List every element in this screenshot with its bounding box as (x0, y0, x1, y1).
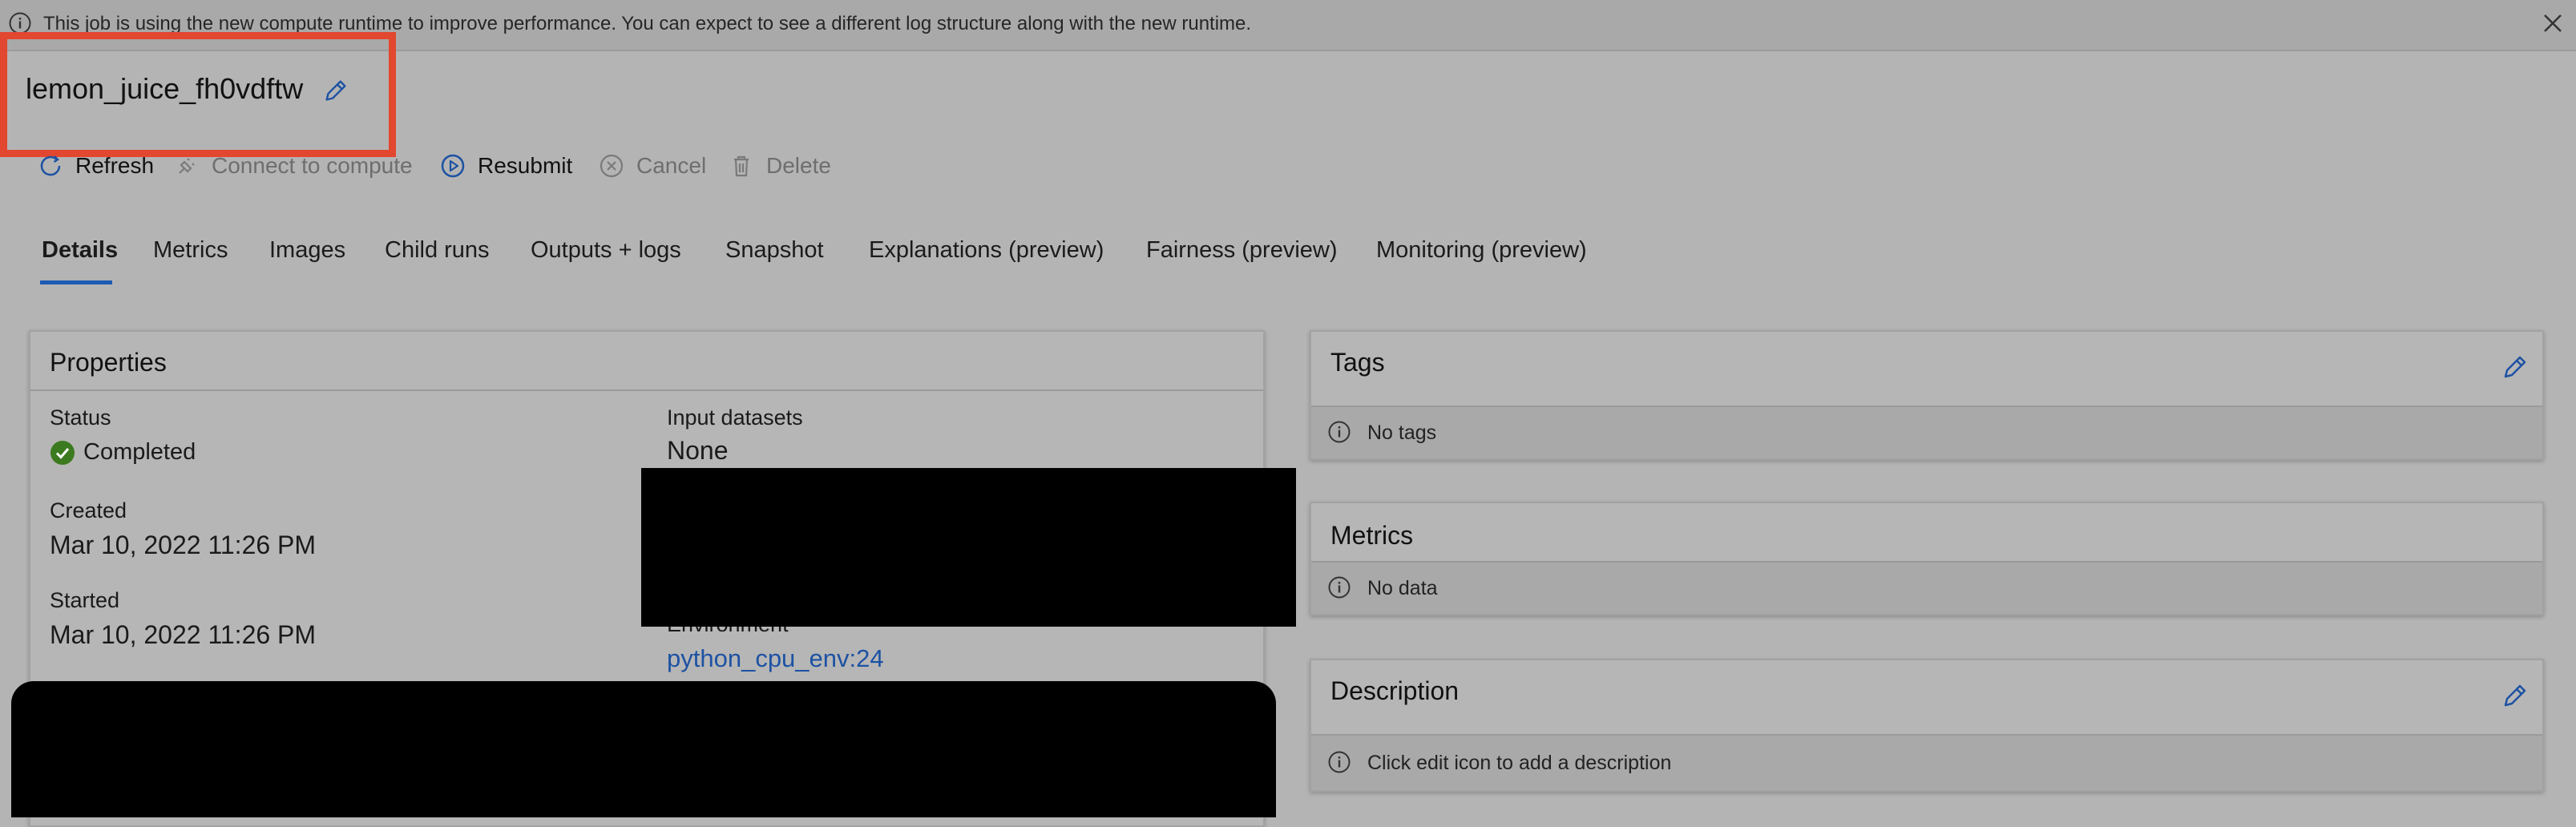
properties-title: Properties (50, 348, 167, 377)
cancel-button[interactable]: Cancel (598, 152, 706, 180)
tab-explanations[interactable]: Explanations (preview) (869, 237, 1104, 264)
resubmit-button[interactable]: Resubmit (439, 152, 572, 180)
input-datasets-value: None (667, 436, 729, 465)
metrics-footer: No data (1311, 561, 2542, 614)
redacted-block (641, 468, 1296, 627)
description-footer: Click edit icon to add a description (1311, 734, 2542, 790)
active-tab-indicator (40, 280, 112, 284)
tab-outputs-logs[interactable]: Outputs + logs (531, 237, 681, 264)
plug-icon (179, 158, 195, 174)
metrics-title: Metrics (1330, 521, 1414, 550)
description-title: Description (1330, 676, 1460, 705)
no-data-text: No data (1367, 577, 1438, 599)
created-value: Mar 10, 2022 11:26 PM (50, 530, 317, 559)
tags-card: Tags No tags (1310, 330, 2544, 460)
created-label: Created (50, 498, 127, 522)
refresh-icon (40, 155, 61, 176)
status-value: Completed (50, 439, 196, 466)
highlight-box (0, 32, 396, 157)
edit-description-icon[interactable] (2499, 680, 2531, 712)
edit-tags-icon[interactable] (2499, 351, 2531, 383)
redacted-block (11, 681, 1276, 817)
info-icon (1328, 576, 1351, 599)
connect-to-compute-button[interactable]: Connect to compute (173, 152, 413, 180)
trash-icon (734, 155, 749, 177)
delete-button[interactable]: Delete (728, 152, 831, 180)
info-icon (1328, 751, 1351, 773)
tab-monitoring[interactable]: Monitoring (preview) (1376, 237, 1587, 264)
tab-fairness[interactable]: Fairness (preview) (1146, 237, 1338, 264)
play-circle-icon (441, 154, 465, 178)
info-icon (1328, 421, 1351, 443)
no-tags-text: No tags (1367, 422, 1437, 444)
status-label: Status (50, 405, 111, 430)
tags-footer: No tags (1311, 405, 2542, 458)
refresh-button[interactable]: Refresh (37, 152, 154, 180)
tags-title: Tags (1330, 348, 1385, 377)
description-card: Description Click edit icon to add a des… (1310, 659, 2544, 792)
check-circle-icon (50, 440, 75, 465)
close-icon[interactable] (2541, 11, 2565, 35)
tab-snapshot[interactable]: Snapshot (725, 237, 824, 264)
tab-details[interactable]: Details (42, 237, 118, 264)
environment-link[interactable]: python_cpu_env:24 (667, 644, 884, 673)
metrics-card: Metrics No data (1310, 502, 2544, 615)
started-value: Mar 10, 2022 11:26 PM (50, 620, 317, 649)
started-label: Started (50, 588, 120, 612)
tab-metrics[interactable]: Metrics (153, 237, 228, 264)
tab-child-runs[interactable]: Child runs (385, 237, 490, 264)
status-text: Completed (83, 439, 196, 465)
card-divider (30, 389, 1263, 391)
input-datasets-label: Input datasets (667, 405, 803, 430)
cancel-circle-icon (600, 154, 624, 178)
tab-images[interactable]: Images (269, 237, 345, 264)
description-hint-text: Click edit icon to add a description (1367, 752, 1672, 774)
